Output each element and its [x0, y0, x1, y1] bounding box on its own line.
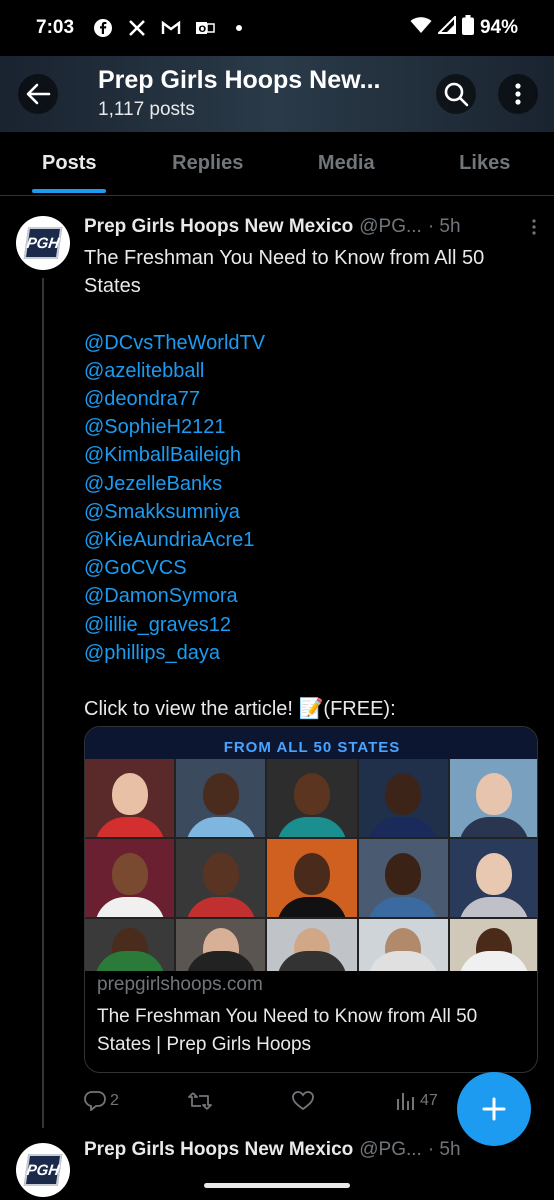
repost-icon — [188, 1092, 212, 1110]
status-bar: 7:03 O 94% — [0, 0, 554, 56]
tab-media[interactable]: Media — [277, 132, 416, 195]
mention-link[interactable]: @GoCVCS — [84, 554, 534, 582]
player-photo — [449, 839, 537, 917]
card-banner: FROM ALL 50 STATES — [85, 727, 537, 759]
author-name[interactable]: Prep Girls Hoops New Mexico — [84, 1139, 353, 1161]
tweet-time: · 5h — [427, 216, 461, 237]
tweet-cta: Click to view the article! 📝(FREE): — [84, 698, 396, 721]
search-button[interactable] — [436, 74, 476, 114]
card-title: The Freshman You Need to Know from All 5… — [97, 1006, 478, 1055]
player-photo — [85, 759, 175, 837]
heart-icon — [292, 1091, 314, 1111]
signal-icon — [436, 14, 456, 40]
outlook-icon: O — [194, 17, 216, 39]
link-card[interactable]: FROM ALL 50 STATES prepgirlshoops.com Th… — [84, 726, 538, 1073]
player-photo — [176, 759, 266, 837]
plus-icon — [482, 1097, 506, 1121]
tab-posts[interactable]: Posts — [0, 132, 139, 195]
tweet-text-line: States — [84, 275, 141, 298]
arrow-left-icon — [26, 83, 51, 105]
search-icon — [444, 82, 469, 107]
facebook-icon — [92, 17, 114, 39]
card-domain: prepgirlshoops.com — [97, 974, 263, 995]
player-photo — [449, 919, 537, 971]
player-photo — [267, 919, 357, 971]
mention-link[interactable]: @lillie_graves12 — [84, 611, 534, 639]
avatar[interactable]: PGH — [16, 1143, 70, 1197]
gmail-icon — [160, 17, 182, 39]
more-options-button[interactable] — [498, 74, 538, 114]
player-photo — [85, 919, 175, 971]
avatar-logo: PGH — [23, 1154, 63, 1186]
reply-button[interactable]: 2 — [84, 1091, 119, 1111]
mention-link[interactable]: @DCvsTheWorldTV — [84, 329, 534, 357]
tweet-text: The Freshman You Need to Know from All 5… — [84, 244, 534, 723]
mention-link[interactable]: @deondra77 — [84, 385, 534, 413]
dot-icon — [228, 17, 250, 39]
thread-line — [42, 278, 44, 1128]
tab-likes[interactable]: Likes — [416, 132, 554, 195]
avatar[interactable]: PGH — [16, 216, 70, 270]
author-handle: @PG... — [359, 216, 422, 237]
like-button[interactable] — [292, 1091, 314, 1111]
more-vertical-icon — [515, 83, 521, 105]
tweet-text-line: The Freshman You Need to Know from All 5… — [84, 247, 485, 269]
page-title: Prep Girls Hoops New... — [98, 66, 381, 94]
tweet-time: · 5h — [427, 1139, 461, 1160]
back-button[interactable] — [18, 74, 58, 114]
x-icon — [126, 17, 148, 39]
battery-icon — [461, 15, 474, 41]
post-count: 1,117 posts — [98, 99, 195, 120]
author-name[interactable]: Prep Girls Hoops New Mexico — [84, 216, 353, 238]
tweet-more-icon[interactable] — [523, 218, 544, 236]
mention-link[interactable]: @KimballBaileigh — [84, 441, 534, 469]
player-photo — [176, 839, 266, 917]
mention-link[interactable]: @SophieH2121 — [84, 413, 534, 441]
player-photo — [176, 919, 266, 971]
avatar-logo: PGH — [23, 227, 63, 259]
reply-count: 2 — [110, 1092, 119, 1109]
status-time: 7:03 — [36, 17, 75, 38]
mention-link[interactable]: @KieAundriaAcre1 — [84, 526, 534, 554]
profile-header: Prep Girls Hoops New... 1,117 posts — [0, 56, 554, 132]
repost-button[interactable] — [188, 1091, 212, 1111]
author-handle: @PG... — [359, 1139, 422, 1160]
reply-icon — [84, 1091, 106, 1111]
player-photo — [267, 839, 357, 917]
views-button[interactable]: 47 — [396, 1091, 438, 1111]
tweet[interactable]: PGH Prep Girls Hoops New Mexico @PG... ·… — [0, 1135, 554, 1200]
svg-text:O: O — [199, 25, 207, 35]
card-banner-subtitle: FROM ALL 50 STATES — [223, 739, 401, 756]
mention-link[interactable]: @JezelleBanks — [84, 470, 534, 498]
mention-link[interactable]: @phillips_daya — [84, 639, 534, 667]
home-gesture-bar[interactable] — [204, 1183, 350, 1188]
card-image: FROM ALL 50 STATES — [85, 727, 537, 971]
battery-level: 94% — [479, 17, 518, 38]
player-photo — [267, 759, 357, 837]
profile-tabs: Posts Replies Media Likes — [0, 132, 554, 196]
player-photo — [358, 919, 448, 971]
mention-link[interactable]: @azelitebball — [84, 357, 534, 385]
tab-replies[interactable]: Replies — [139, 132, 278, 195]
player-photo — [85, 839, 175, 917]
compose-button[interactable] — [457, 1072, 531, 1146]
mention-link[interactable]: @Smakksumniya — [84, 498, 534, 526]
player-photo — [358, 839, 448, 917]
player-photo — [358, 759, 448, 837]
view-count: 47 — [420, 1092, 438, 1109]
wifi-icon — [410, 16, 432, 40]
views-icon — [397, 1093, 414, 1110]
tweet-actions: 2 47 — [84, 1086, 454, 1116]
photo-collage — [85, 759, 537, 971]
player-photo — [449, 759, 537, 837]
mention-link[interactable]: @DamonSymora — [84, 582, 534, 610]
